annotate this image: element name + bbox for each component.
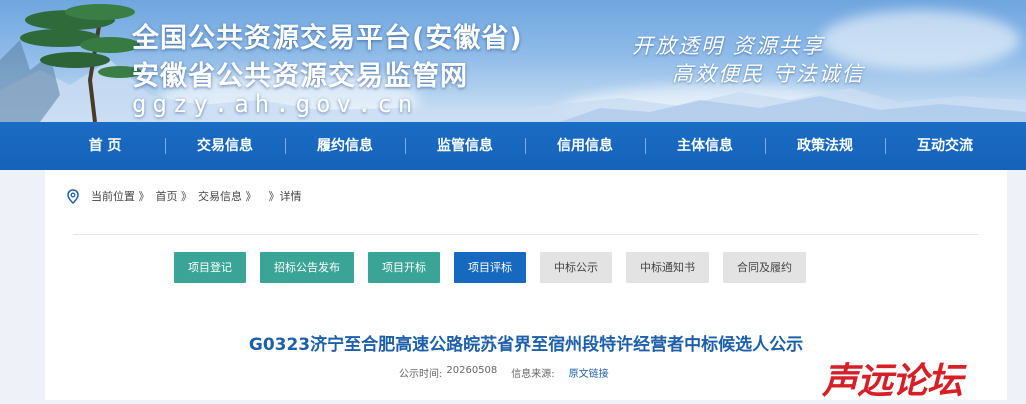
source-label: 信息来源:	[511, 369, 555, 380]
nav-item-interaction[interactable]: 互动交流	[885, 122, 1005, 170]
nav-item-credit-info[interactable]: 信用信息	[525, 122, 645, 170]
nav-item-performance-info[interactable]: 履约信息	[285, 122, 405, 170]
slogan-line-2: 高效便民 守法诚信	[672, 62, 865, 86]
nav-item-policy-regulations[interactable]: 政策法规	[765, 122, 885, 170]
main-navigation: 首 页 交易信息 履约信息 监管信息 信用信息 主体信息 政策法规 互动交流	[0, 122, 1026, 170]
breadcrumb-current: 》详情	[268, 190, 302, 203]
source-link[interactable]: 原文链接	[569, 365, 609, 380]
breadcrumb-section-link[interactable]: 交易信息 》	[198, 188, 257, 204]
nav-item-entity-info[interactable]: 主体信息	[645, 122, 765, 170]
tab-winning-bid-notice[interactable]: 中标公示	[540, 252, 612, 283]
tab-project-registration[interactable]: 项目登记	[174, 252, 246, 283]
article-meta: 公示时间: 20260508 信息来源: 原文链接	[399, 365, 613, 380]
divider	[73, 234, 979, 235]
publish-date: 20260508	[446, 365, 498, 376]
site-title-primary: 全国公共资源交易平台(安徽省)	[132, 23, 523, 54]
tab-tender-announcement[interactable]: 招标公告发布	[260, 252, 354, 283]
breadcrumb-label: 当前位置 》	[91, 190, 150, 203]
breadcrumb: 当前位置 》 首页 》 交易信息 》 》详情	[67, 188, 308, 204]
forum-watermark: 声远论坛	[822, 361, 963, 402]
nav-item-home[interactable]: 首 页	[45, 122, 165, 170]
slogan-line-1: 开放透明 资源共享	[632, 34, 825, 58]
breadcrumb-home-link[interactable]: 首页 》	[156, 188, 193, 204]
site-domain: ggzy.ah.gov.cn	[132, 90, 419, 118]
site-title-secondary: 安徽省公共资源交易监管网	[132, 61, 468, 92]
tab-bid-evaluation[interactable]: 项目评标	[454, 252, 526, 283]
tab-contract-performance[interactable]: 合同及履约	[723, 252, 806, 283]
pine-tree-illustration	[0, 4, 142, 122]
tab-award-notification[interactable]: 中标通知书	[626, 252, 709, 283]
nav-item-trading-info[interactable]: 交易信息	[165, 122, 285, 170]
tab-bid-opening[interactable]: 项目开标	[368, 252, 440, 283]
process-tabs: 项目登记 招标公告发布 项目开标 项目评标 中标公示 中标通知书 合同及履约	[174, 252, 820, 283]
nav-item-supervision-info[interactable]: 监管信息	[405, 122, 525, 170]
publish-date-label: 公示时间:	[399, 369, 443, 380]
header-banner: 全国公共资源交易平台(安徽省) 安徽省公共资源交易监管网 ggzy.ah.gov…	[0, 0, 1026, 122]
location-pin-icon	[67, 188, 79, 204]
